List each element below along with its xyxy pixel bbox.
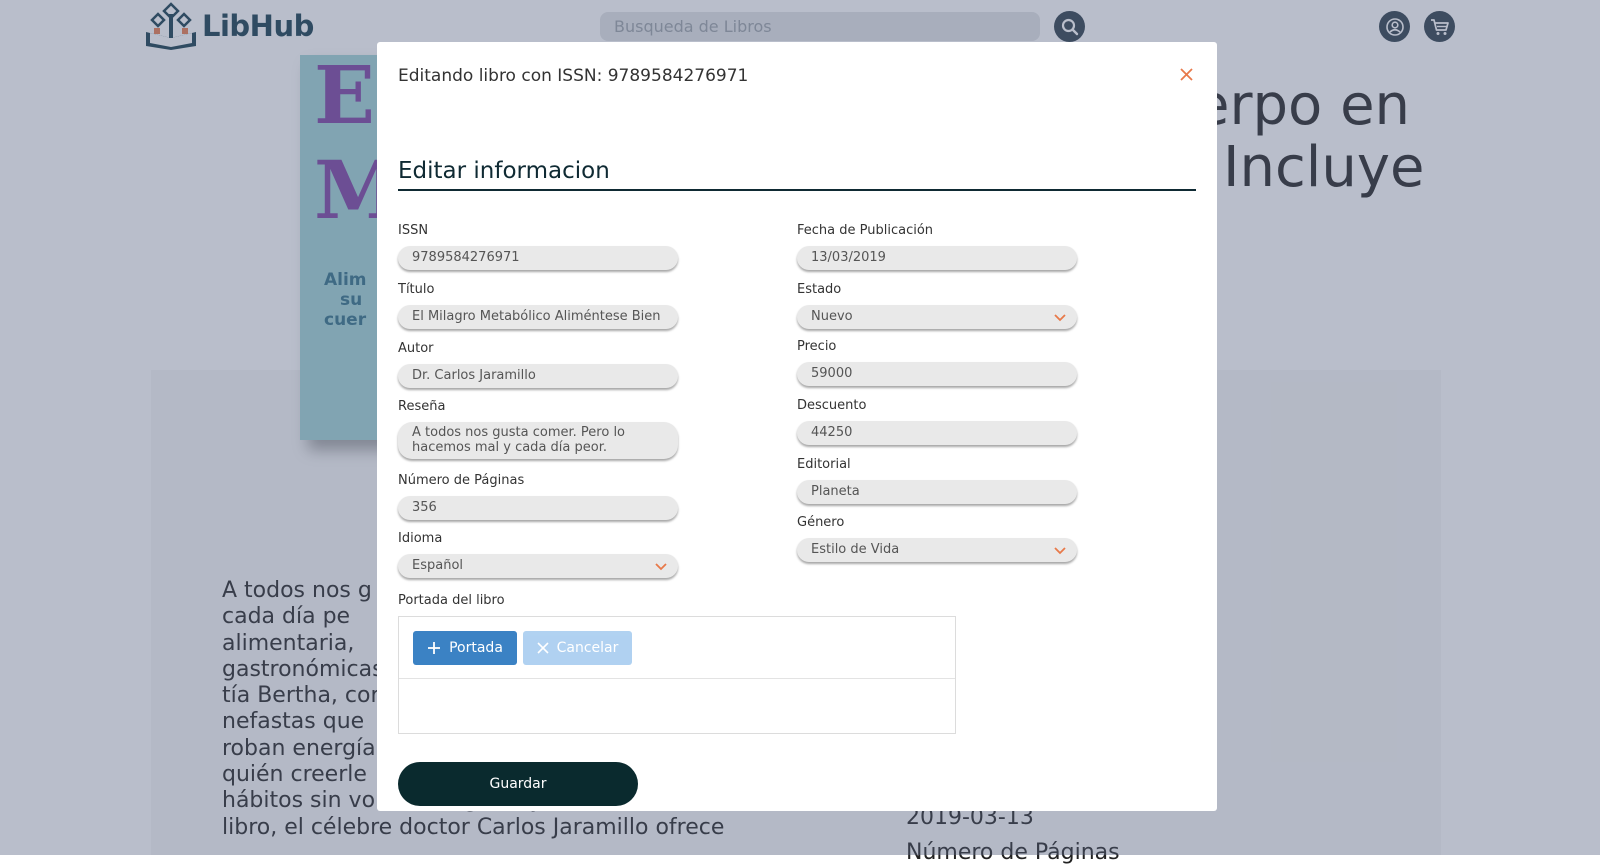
precio-label: Precio [797, 339, 837, 354]
portada-label: Portada del libro [398, 593, 505, 608]
cover-upload-area[interactable]: Portada Cancelar [398, 616, 956, 734]
descuento-input[interactable]: 44250 [797, 421, 1077, 445]
autor-label: Autor [398, 341, 434, 356]
close-button[interactable] [1176, 64, 1196, 84]
editorial-field: Editorial Planeta [797, 456, 1077, 504]
fecha-label: Fecha de Publicación [797, 223, 934, 238]
paginas-input[interactable]: 356 [398, 496, 678, 520]
fecha-field: Fecha de Publicación 13/03/2019 [797, 222, 1077, 270]
close-icon [1179, 67, 1193, 81]
titulo-label: Título [398, 282, 435, 297]
issn-input[interactable]: 9789584276971 [398, 246, 678, 270]
choose-cover-button[interactable]: Portada [413, 631, 517, 665]
estado-field: Estado Nuevo [797, 281, 1077, 329]
estado-label: Estado [797, 282, 842, 297]
autor-field: Autor Dr. Carlos Jaramillo [398, 340, 678, 388]
resena-field: Reseña A todos nos gusta comer. Pero lo … [398, 398, 678, 459]
titulo-input[interactable]: El Milagro Metabólico Aliméntese Bien [398, 305, 678, 329]
descuento-field: Descuento 44250 [797, 397, 1077, 445]
estado-select[interactable]: Nuevo [797, 305, 1077, 329]
estado-value: Nuevo [811, 309, 853, 324]
editorial-input[interactable]: Planeta [797, 480, 1077, 504]
fecha-input[interactable]: 13/03/2019 [797, 246, 1077, 270]
genero-field: Género Estilo de Vida [797, 514, 1077, 562]
idioma-select[interactable]: Español [398, 554, 678, 578]
modal-title: Editando libro con ISSN: 9789584276971 [398, 66, 749, 86]
section-title: Editar informacion [398, 158, 610, 184]
editorial-label: Editorial [797, 457, 851, 472]
precio-field: Precio 59000 [797, 338, 1077, 386]
chevron-down-icon [1054, 547, 1066, 555]
cancel-upload-label: Cancelar [556, 640, 619, 656]
save-button[interactable]: Guardar [398, 762, 638, 806]
idioma-value: Español [412, 558, 464, 573]
idioma-label: Idioma [398, 531, 443, 546]
cancel-upload-button[interactable]: Cancelar [523, 631, 632, 665]
precio-input[interactable]: 59000 [797, 362, 1077, 386]
plus-icon [428, 642, 441, 654]
resena-label: Reseña [398, 399, 446, 414]
paginas-field: Número de Páginas 356 [398, 472, 678, 520]
section-divider [398, 189, 1196, 191]
upload-toolbar: Portada Cancelar [399, 617, 955, 679]
titulo-field: Título El Milagro Metabólico Aliméntese … [398, 281, 678, 329]
paginas-label: Número de Páginas [398, 473, 525, 488]
idioma-field: Idioma Español [398, 530, 678, 578]
chevron-down-icon [1054, 314, 1066, 322]
edit-book-modal: Editando libro con ISSN: 9789584276971 E… [377, 42, 1217, 811]
genero-value: Estilo de Vida [811, 542, 900, 557]
descuento-label: Descuento [797, 398, 867, 413]
choose-cover-label: Portada [449, 640, 503, 656]
x-icon [537, 642, 549, 654]
genero-label: Género [797, 515, 845, 530]
resena-textarea[interactable]: A todos nos gusta comer. Pero lo hacemos… [398, 422, 678, 459]
issn-label: ISSN [398, 223, 429, 238]
chevron-down-icon [655, 563, 667, 571]
issn-field: ISSN 9789584276971 [398, 222, 678, 270]
genero-select[interactable]: Estilo de Vida [797, 538, 1077, 562]
autor-input[interactable]: Dr. Carlos Jaramillo [398, 364, 678, 388]
